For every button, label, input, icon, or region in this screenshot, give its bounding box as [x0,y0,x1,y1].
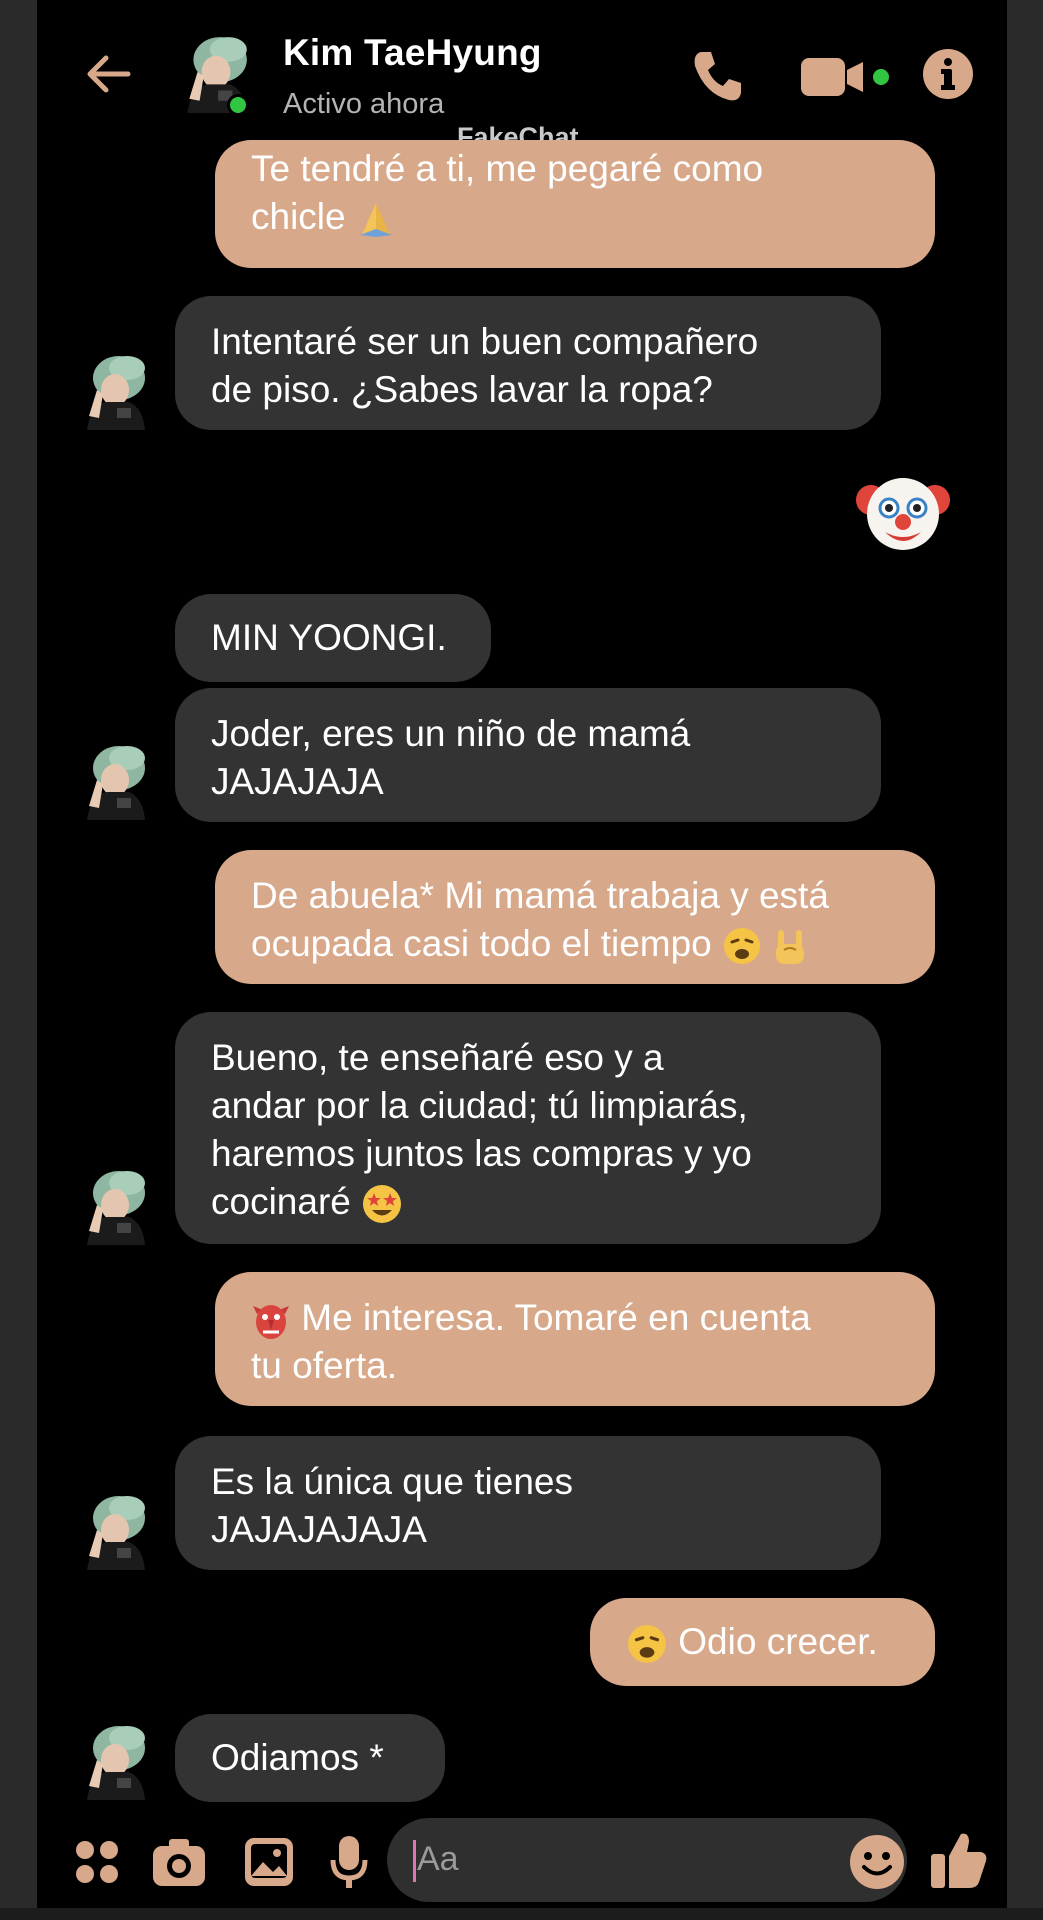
message-text: Me interesa. Tomaré en cuenta [251,1294,899,1342]
message-input[interactable]: Aa [387,1818,907,1902]
message-text: Intentaré ser un buen compañero [211,321,759,362]
back-arrow-icon[interactable] [82,48,134,100]
bottom-border [0,1908,1043,1920]
sender-avatar[interactable] [77,740,151,820]
message-text: cocinaré [211,1178,845,1226]
message-text: tu oferta. [251,1345,398,1386]
star-struck-emoji [363,1185,402,1224]
emoji-icon[interactable] [849,1834,905,1890]
message-text: De abuela* Mi mamá trabaja y está [251,875,829,916]
message-text: JAJAJAJAJA [211,1509,427,1550]
message-text: Te tendré a ti, me pegaré como [251,148,764,189]
message-bubble-outgoing[interactable]: De abuela* Mi mamá trabaja y está ocupad… [215,850,935,984]
sender-avatar[interactable] [77,1720,151,1800]
message-text: Odio crecer. [626,1618,899,1666]
chat-screen: Kim TaeHyung Activo ahora FakeChat Te te… [37,0,1007,1908]
weary-face-emoji [724,928,761,965]
message-text: andar por la ciudad; tú limpiarás, [211,1085,748,1126]
chat-header: Kim TaeHyung Activo ahora FakeChat [37,0,1007,152]
message-text: haremos juntos las compras y yo [211,1133,752,1174]
message-text: Bueno, te enseñaré eso y a [211,1037,664,1078]
message-text: Odiamos * [211,1737,384,1778]
message-text: Es la única que tienes [211,1461,574,1502]
folded-hands-emoji [359,203,392,238]
message-bubble-incoming[interactable]: Odiamos * [175,1714,445,1802]
message-text: JAJAJAJA [211,761,384,802]
message-bubble-incoming[interactable]: Es la única que tienes JAJAJAJAJA [175,1436,881,1570]
message-bubble-outgoing[interactable]: Te tendré a ti, me pegaré como chicle [215,140,935,268]
video-camera-icon[interactable] [799,54,891,100]
message-bubble-incoming[interactable]: Bueno, te enseñaré eso y a andar por la … [175,1012,881,1244]
thumbs-up-icon[interactable] [929,1828,989,1890]
message-text: ocupada casi todo el tiempo [251,920,899,968]
sender-avatar[interactable] [77,1165,151,1245]
contact-status: Activo ahora [283,88,445,120]
sender-avatar[interactable] [77,1490,151,1570]
message-text: de piso. ¿Sabes lavar la ropa? [211,369,713,410]
online-indicator [227,94,249,116]
message-bubble-incoming[interactable]: MIN YOONGI. [175,594,491,682]
text-cursor [413,1840,416,1882]
message-text: MIN YOONGI. [211,617,447,658]
info-icon[interactable] [921,47,975,101]
gallery-icon[interactable] [243,1836,295,1888]
message-bubble-incoming[interactable]: Joder, eres un niño de mamá JAJAJAJA [175,688,881,822]
message-bubble-outgoing[interactable]: Odio crecer. [590,1598,935,1686]
message-input-placeholder: Aa [417,1840,459,1878]
clown-face-emoji[interactable] [855,470,951,556]
sender-avatar[interactable] [77,350,151,430]
camera-icon[interactable] [151,1836,207,1888]
contact-name[interactable]: Kim TaeHyung [283,32,542,74]
apps-grid-icon[interactable] [73,1838,121,1886]
microphone-icon[interactable] [329,1834,369,1890]
message-text: chicle [251,193,899,241]
phone-icon[interactable] [687,46,747,106]
sign-of-the-horns-emoji [776,930,805,965]
message-bubble-outgoing[interactable]: Me interesa. Tomaré en cuenta tu oferta. [215,1272,935,1406]
message-text: Joder, eres un niño de mamá [211,713,691,754]
goblin-emoji [253,1305,289,1340]
message-bubble-incoming[interactable]: Intentaré ser un buen compañero de piso.… [175,296,881,430]
weary-face-emoji [628,1625,666,1664]
